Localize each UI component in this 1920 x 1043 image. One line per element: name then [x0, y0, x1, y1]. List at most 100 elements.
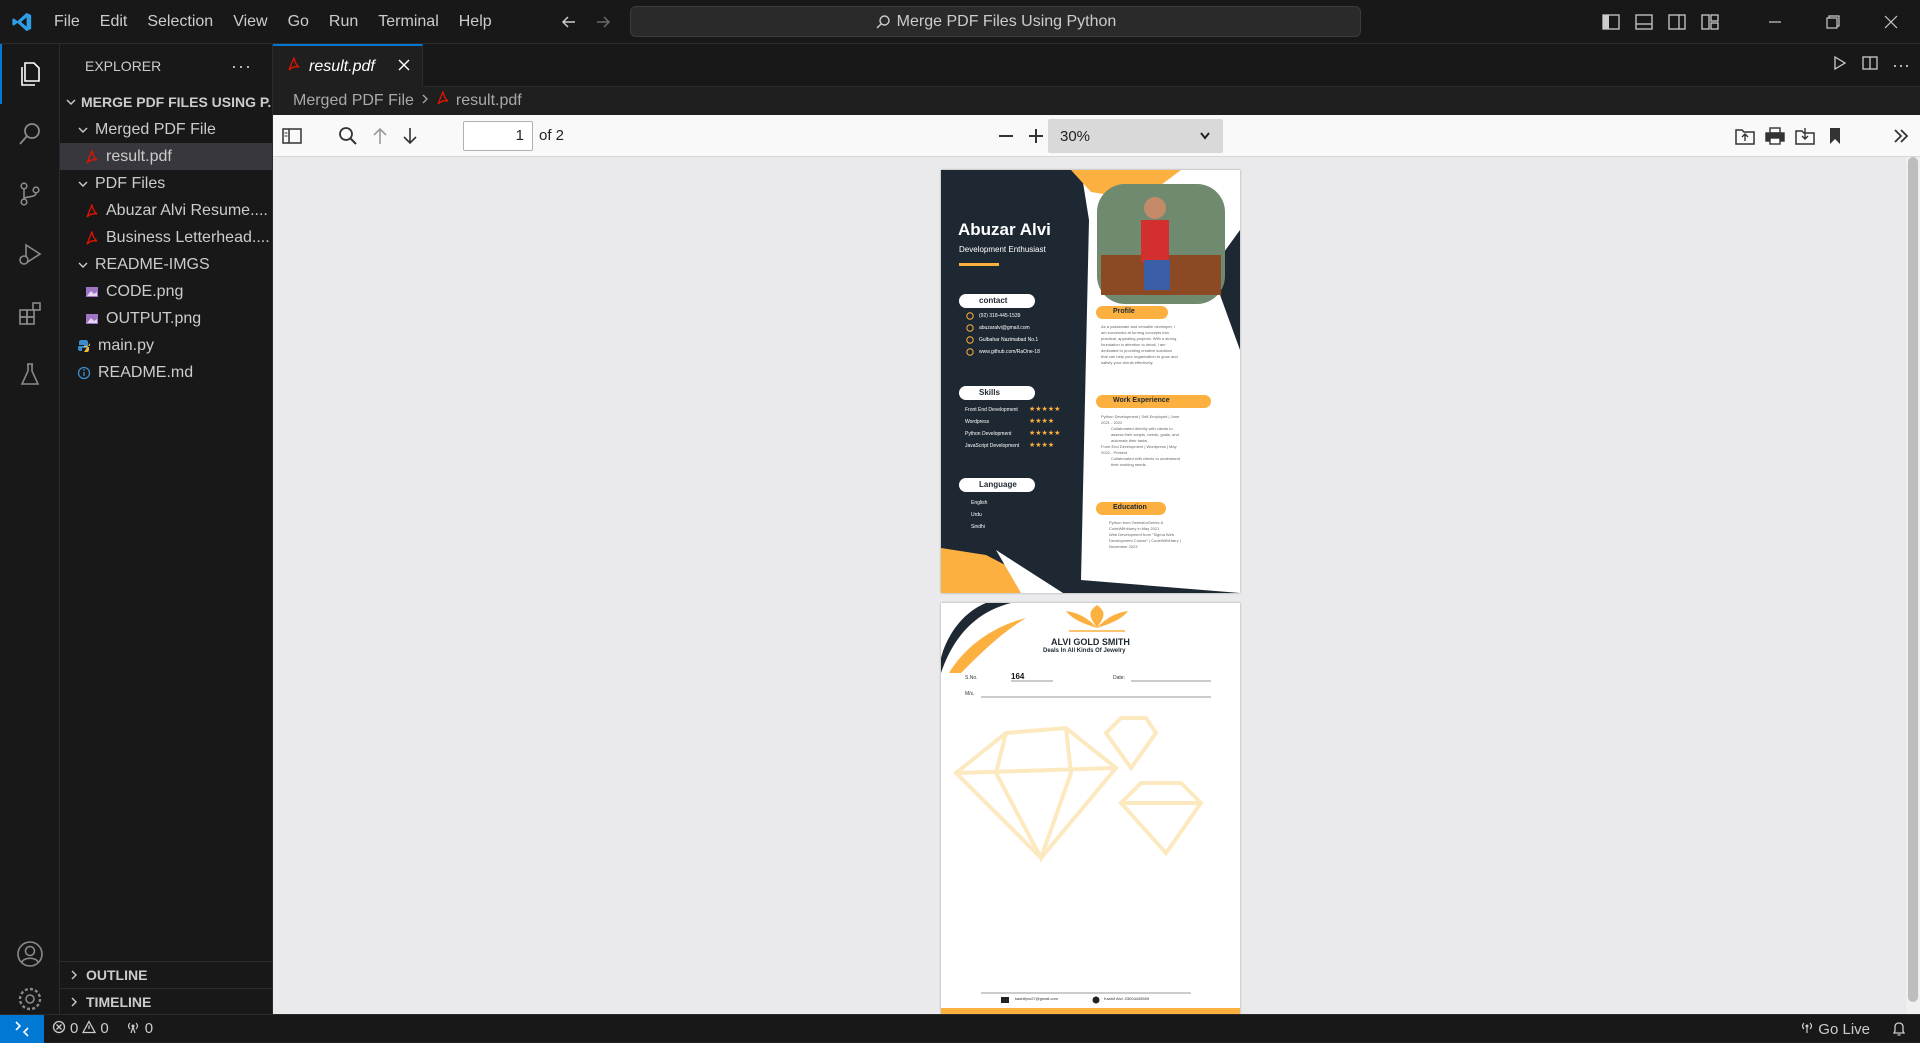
- menu-terminal[interactable]: Terminal: [368, 0, 448, 44]
- timeline-section[interactable]: TIMELINE: [60, 988, 272, 1015]
- explorer-icon[interactable]: [0, 44, 60, 104]
- info-icon: [75, 366, 93, 380]
- more-actions-icon[interactable]: ···: [1892, 55, 1910, 76]
- close-tab-icon[interactable]: [398, 58, 410, 76]
- menu-go[interactable]: Go: [278, 0, 319, 44]
- bookmark-icon[interactable]: [1820, 121, 1850, 151]
- tree-item-label: result.pdf: [106, 147, 172, 165]
- minimize-icon[interactable]: [1746, 0, 1804, 44]
- menu-view[interactable]: View: [223, 0, 277, 44]
- command-center-label: Merge PDF Files Using Python: [896, 12, 1117, 30]
- tree-item-label: README-IMGS: [95, 255, 210, 273]
- menu-file[interactable]: File: [44, 0, 90, 44]
- download-icon[interactable]: [1790, 121, 1820, 151]
- notifications-bell-icon[interactable]: [1878, 1021, 1920, 1037]
- close-window-icon[interactable]: [1862, 0, 1920, 44]
- next-page-icon[interactable]: [395, 121, 425, 151]
- ports-indicator[interactable]: 0: [117, 1020, 161, 1038]
- tree-item-label: CODE.png: [106, 282, 184, 300]
- find-icon[interactable]: [333, 121, 363, 151]
- page-number-input[interactable]: 1: [463, 121, 533, 151]
- toggle-primary-sidebar-icon[interactable]: [1594, 0, 1627, 44]
- menu-run[interactable]: Run: [319, 0, 368, 44]
- menu-edit[interactable]: Edit: [90, 0, 138, 44]
- footer-email: kashifpro27@gmail.com: [1015, 996, 1058, 1001]
- zoom-select[interactable]: 30%: [1048, 119, 1223, 153]
- page-count: of 2: [539, 127, 565, 144]
- file-output-png[interactable]: OUTPUT.png: [60, 305, 272, 332]
- workspace-root[interactable]: MERGE PDF FILES USING P...: [60, 88, 272, 115]
- command-center-search[interactable]: Merge PDF Files Using Python: [630, 6, 1361, 37]
- restore-icon[interactable]: [1804, 0, 1862, 44]
- tab-result-pdf[interactable]: result.pdf: [273, 44, 423, 87]
- date-label: Date:: [1113, 675, 1125, 681]
- pdf-file-icon: [83, 230, 101, 245]
- menu-help[interactable]: Help: [449, 0, 502, 44]
- accounts-icon[interactable]: [0, 924, 60, 984]
- skill-stars: ★★★★: [1029, 442, 1055, 449]
- split-editor-icon[interactable]: [1862, 55, 1878, 76]
- vertical-scrollbar[interactable]: [1906, 157, 1920, 1014]
- file-main-py[interactable]: main.py: [60, 332, 272, 359]
- back-arrow-icon[interactable]: [560, 13, 578, 31]
- problems-indicator[interactable]: 0 0: [44, 1019, 117, 1038]
- pdf-page-1: Abuzar Alvi Development Enthusiast conta…: [941, 170, 1240, 593]
- breadcrumb-folder[interactable]: Merged PDF File: [293, 92, 414, 110]
- ports-count: 0: [144, 1020, 154, 1037]
- language-heading: Language: [979, 480, 1017, 489]
- file-abuzar-alvi-resume[interactable]: Abuzar Alvi Resume....: [60, 197, 272, 224]
- chevron-down-icon: [75, 178, 91, 190]
- folder-pdf-files[interactable]: PDF Files: [60, 170, 272, 197]
- footer-phone: Kashif Alvi: 03004445509: [1104, 996, 1150, 1001]
- folder-merged-pdf-file[interactable]: Merged PDF File: [60, 116, 272, 143]
- file-code-png[interactable]: CODE.png: [60, 278, 272, 305]
- toggle-sidebar-icon[interactable]: [277, 121, 307, 151]
- toggle-secondary-sidebar-icon[interactable]: [1660, 0, 1693, 44]
- extensions-icon[interactable]: [0, 284, 60, 344]
- outline-section[interactable]: OUTLINE: [60, 961, 272, 988]
- file-business-letterhead[interactable]: Business Letterhead....: [60, 224, 272, 251]
- skill-item: Front End Development: [965, 407, 1018, 413]
- vscode-logo-icon: [0, 0, 44, 44]
- language-item: Urdu: [971, 512, 982, 518]
- zoom-in-icon[interactable]: [1021, 121, 1051, 151]
- testing-flask-icon[interactable]: [0, 344, 60, 404]
- navigation-arrows: [560, 0, 612, 44]
- source-control-icon[interactable]: [0, 164, 60, 224]
- open-file-icon[interactable]: [1730, 121, 1760, 151]
- chevron-down-icon: [1199, 128, 1211, 145]
- zoom-out-icon[interactable]: [991, 121, 1021, 151]
- remote-indicator-icon[interactable]: [0, 1014, 44, 1043]
- forward-arrow-icon[interactable]: [594, 13, 612, 31]
- settings-gear-icon[interactable]: [0, 984, 60, 1014]
- pdf-file-icon: [83, 203, 101, 218]
- tree-item-label: PDF Files: [95, 174, 166, 192]
- run-file-icon[interactable]: [1832, 55, 1848, 76]
- tools-chevrons-icon[interactable]: [1886, 121, 1916, 151]
- python-file-icon: [75, 339, 93, 353]
- sno-label: S.No.: [965, 675, 978, 681]
- go-live-button[interactable]: Go Live: [1792, 1020, 1878, 1038]
- breadcrumb-file[interactable]: result.pdf: [456, 92, 522, 110]
- breadcrumb: Merged PDF File result.pdf: [273, 87, 1920, 114]
- previous-page-icon[interactable]: [365, 121, 395, 151]
- more-actions-icon[interactable]: ···: [231, 56, 252, 77]
- tab-label: result.pdf: [309, 57, 375, 75]
- print-icon[interactable]: [1760, 121, 1790, 151]
- tree-item-label: main.py: [98, 336, 155, 354]
- run-debug-icon[interactable]: [0, 224, 60, 284]
- letterhead-graphic: [941, 603, 1240, 1014]
- window-controls: [1594, 0, 1920, 44]
- folder-readme-imgs[interactable]: README-IMGS: [60, 251, 272, 278]
- activity-bar: [0, 44, 60, 1014]
- skill-item: JavaScript Development: [965, 443, 1020, 449]
- menu-selection[interactable]: Selection: [137, 0, 223, 44]
- chevron-right-icon: [420, 92, 430, 110]
- file-result-pdf[interactable]: result.pdf: [60, 143, 272, 170]
- toggle-panel-icon[interactable]: [1627, 0, 1660, 44]
- scrollbar-thumb[interactable]: [1908, 157, 1918, 1002]
- pdf-file-icon: [287, 56, 301, 76]
- search-activity-icon[interactable]: [0, 104, 60, 164]
- file-readme-md[interactable]: README.md: [60, 359, 272, 386]
- customize-layout-icon[interactable]: [1693, 0, 1726, 44]
